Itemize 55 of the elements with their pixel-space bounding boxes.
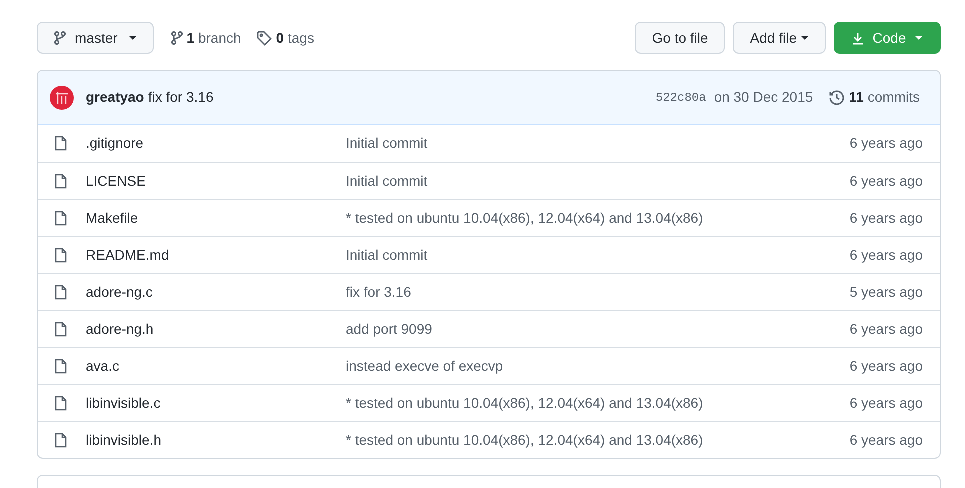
avatar-icon xyxy=(50,86,74,110)
file-name-link[interactable]: LICENSE xyxy=(86,170,346,192)
commit-message-link[interactable]: Initial commit xyxy=(346,133,428,154)
commit-date: on 30 Dec 2015 xyxy=(714,88,814,107)
file-name-link[interactable]: adore-ng.c xyxy=(86,282,346,302)
commit-message-link[interactable]: * tested on ubuntu 10.04(x86), 12.04(x64) and 13.04(x86) xyxy=(346,392,704,414)
file-icon xyxy=(55,284,67,300)
commit-age: 6 years ago xyxy=(850,430,923,450)
file-icon xyxy=(55,174,67,188)
file-icon xyxy=(55,136,67,151)
download-icon xyxy=(852,32,864,44)
commit-age: 6 years ago xyxy=(850,134,923,153)
commit-message-link[interactable]: instead execve of execvp xyxy=(346,356,504,376)
file-icon xyxy=(55,248,67,262)
commit-message-link[interactable]: * tested on ubuntu 10.04(x86), 12.04(x64) and 13.04(x86) xyxy=(346,430,704,450)
caret-icon xyxy=(801,36,809,40)
add-file-button[interactable]: Add file xyxy=(733,22,826,54)
tag-icon xyxy=(257,30,272,46)
commit-author[interactable]: greatyao xyxy=(86,87,144,108)
caret-icon xyxy=(915,36,924,40)
commit-age: 6 years ago xyxy=(850,394,923,413)
branches-link[interactable]: 1 branch xyxy=(170,28,242,48)
file-name-link[interactable]: .gitignore xyxy=(86,133,346,154)
tags-link[interactable]: 0 tags xyxy=(257,28,314,48)
branch-icon xyxy=(54,31,66,45)
file-icon xyxy=(55,322,67,336)
commit-message-link[interactable]: Initial commit xyxy=(346,244,428,266)
commit-age: 6 years ago xyxy=(850,246,923,265)
file-name-link[interactable]: adore-ng.h xyxy=(86,318,346,340)
file-name-link[interactable]: libinvisible.c xyxy=(86,392,346,414)
commit-sha[interactable]: 522c80a xyxy=(656,88,706,106)
commit-message-link[interactable]: * tested on ubuntu 10.04(x86), 12.04(x64) and 13.04(x86) xyxy=(346,208,704,228)
commit-message-link[interactable]: add port 9099 xyxy=(346,318,432,340)
file-icon xyxy=(55,358,67,374)
commit-age: 6 years ago xyxy=(850,320,923,339)
commit-age: 6 years ago xyxy=(850,172,923,191)
commit-age: 6 years ago xyxy=(850,356,923,376)
file-icon xyxy=(55,396,67,410)
file-name-link[interactable]: ava.c xyxy=(86,356,346,376)
commits-link[interactable]: 11 commits xyxy=(829,87,920,108)
file-icon xyxy=(55,432,67,448)
caret-icon xyxy=(128,36,137,40)
file-name-link[interactable]: libinvisible.h xyxy=(86,430,346,450)
branch-icon xyxy=(170,31,183,45)
file-name-link[interactable]: README.md xyxy=(86,244,346,266)
file-name-link[interactable]: Makefile xyxy=(86,208,346,228)
file-icon xyxy=(55,210,67,226)
commit-age: 6 years ago xyxy=(850,208,923,228)
commit-message[interactable]: fix for 3.16 xyxy=(148,87,214,108)
go-to-file-button[interactable]: Go to file xyxy=(635,22,726,54)
commit-message-link[interactable]: fix for 3.16 xyxy=(346,282,412,302)
commit-message-link[interactable]: Initial commit xyxy=(346,170,428,192)
commit-age: 5 years ago xyxy=(850,282,923,302)
history-icon xyxy=(829,90,846,106)
branch-select-button[interactable]: master xyxy=(37,22,154,54)
